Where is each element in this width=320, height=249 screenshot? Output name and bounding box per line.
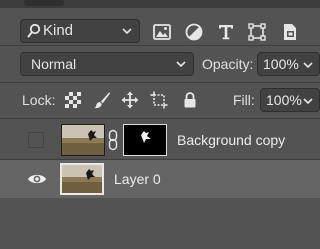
fill-value: 100% xyxy=(266,92,302,108)
layer-thumbnail xyxy=(61,124,105,156)
divider xyxy=(0,82,320,83)
layer-row-background-copy[interactable]: Background copy xyxy=(0,121,320,159)
layer-thumbnail-image xyxy=(62,165,102,193)
chevron-down-icon xyxy=(303,62,313,69)
blend-mode-label: Normal xyxy=(31,56,77,72)
panel-tab-strip xyxy=(0,0,320,8)
divider xyxy=(0,118,320,119)
lock-image-pixels-icon[interactable] xyxy=(93,91,111,109)
fill-field[interactable]: 100% xyxy=(260,88,320,112)
filter-kind-select[interactable]: Kind xyxy=(20,19,140,43)
opacity-label: Opacity: xyxy=(202,56,254,72)
lock-all-icon[interactable] xyxy=(181,91,199,109)
layer-row-layer-0[interactable]: Layer 0 xyxy=(0,160,320,198)
lock-label: Lock: xyxy=(22,92,56,108)
layer-name: Background copy xyxy=(177,132,286,148)
layers-list-empty-area xyxy=(0,199,320,249)
search-icon xyxy=(27,23,41,38)
shape-filter-icon[interactable] xyxy=(247,22,267,42)
layer-mask-image xyxy=(141,131,151,143)
lock-artboard-icon[interactable] xyxy=(150,91,168,109)
visibility-toggle[interactable] xyxy=(28,132,44,148)
opacity-field[interactable]: 100% xyxy=(257,52,320,76)
eye-icon[interactable] xyxy=(27,172,47,186)
layer-mask-thumbnail[interactable] xyxy=(123,124,167,156)
layer-thumbnail-image xyxy=(62,125,104,155)
lock-position-icon[interactable] xyxy=(121,91,139,109)
fill-label: Fill: xyxy=(233,92,255,108)
chevron-down-icon xyxy=(176,61,186,68)
smart-object-filter-icon[interactable] xyxy=(280,22,300,42)
opacity-value: 100% xyxy=(263,56,299,72)
layer-thumbnail[interactable] xyxy=(60,163,104,195)
filter-kind-label: Kind xyxy=(43,22,74,39)
adjustment-filter-icon[interactable] xyxy=(184,22,204,42)
type-filter-icon[interactable] xyxy=(216,22,236,42)
panel-tab[interactable] xyxy=(24,0,64,6)
layer-filter-row: Kind xyxy=(0,8,320,46)
chevron-down-icon xyxy=(303,98,313,105)
image-filter-icon[interactable] xyxy=(152,22,172,42)
chevron-down-icon xyxy=(122,28,132,35)
mask-link-icon[interactable] xyxy=(107,129,119,151)
blend-mode-select[interactable]: Normal xyxy=(20,52,194,76)
divider xyxy=(0,45,320,46)
layer-name: Layer 0 xyxy=(114,171,161,187)
lock-transparent-pixels-icon[interactable] xyxy=(64,91,82,109)
